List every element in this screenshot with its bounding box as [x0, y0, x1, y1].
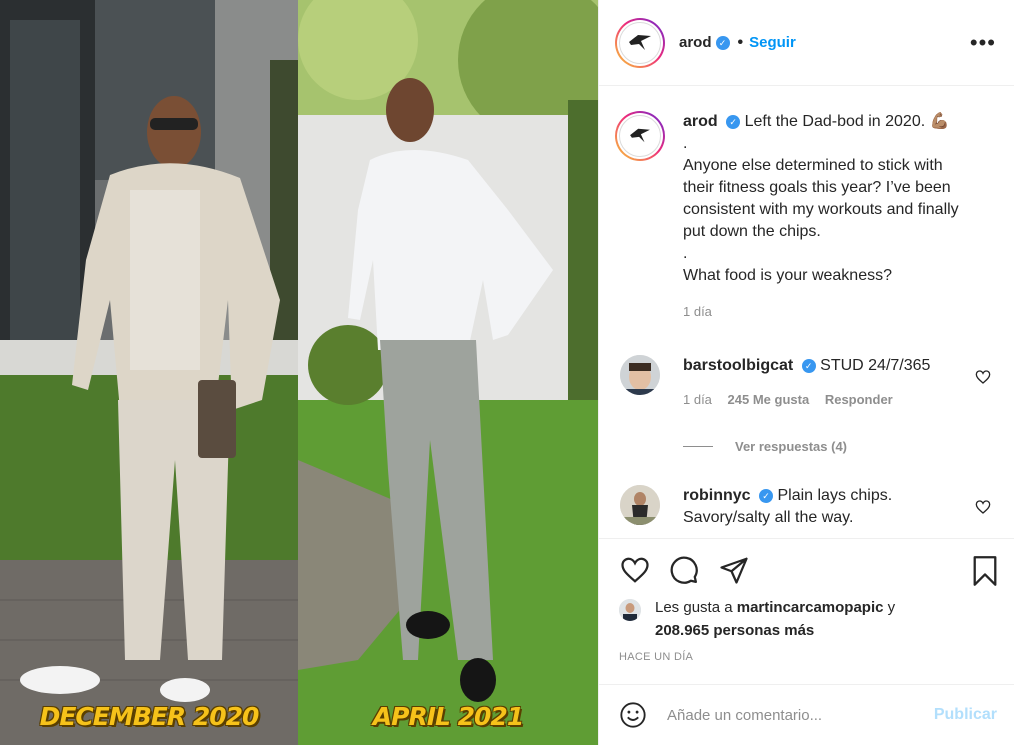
post-actions — [599, 538, 1014, 604]
likes-and: y — [887, 599, 896, 616]
post-side-panel: arod ✓ • Seguir ••• arod ✓ Left the Dad-… — [598, 0, 1014, 745]
comments-list[interactable]: arod ✓ Left the Dad-bod in 2020. 💪🏽 . An… — [599, 87, 1014, 538]
caption-line: . — [683, 135, 688, 152]
reply-button[interactable]: Responder — [825, 392, 893, 407]
replies-divider — [683, 446, 713, 447]
avatar[interactable] — [615, 17, 665, 68]
post-header: arod ✓ • Seguir ••• — [599, 0, 1014, 86]
likes-prefix: Les gusta a — [655, 599, 733, 616]
verified-badge-icon: ✓ — [801, 358, 816, 373]
caption-time[interactable]: 1 día — [683, 304, 712, 319]
caption-line: Left the Dad-bod in 2020. 💪🏽 — [744, 113, 950, 130]
comment-likes[interactable]: 245 Me gusta — [728, 392, 810, 407]
caption-april: APRIL 2021 — [372, 702, 524, 731]
photo-april-2021: APRIL 2021 — [298, 0, 598, 745]
comment-bubble-icon[interactable] — [669, 555, 699, 585]
comment-input[interactable] — [667, 706, 917, 724]
save-bookmark-icon[interactable] — [971, 555, 999, 587]
post-timestamp[interactable]: HACE UN DÍA — [619, 651, 693, 663]
comment-text: STUD 24/7/365 — [820, 357, 931, 374]
liker-avatar[interactable] — [619, 599, 641, 621]
comment-avatar[interactable] — [620, 355, 660, 395]
post-image[interactable]: DECEMBER 2020 APRIL 2021 — [0, 0, 598, 745]
comment-avatar[interactable] — [620, 485, 660, 525]
like-comment-heart-icon[interactable] — [975, 499, 991, 515]
caption-december: DECEMBER 2020 — [39, 702, 260, 731]
verified-badge-icon: ✓ — [759, 488, 774, 503]
liker-username[interactable]: martincarcamopapic — [737, 599, 884, 616]
arod-logo-icon — [629, 34, 651, 50]
likes-summary[interactable]: Les gusta a martincarcamopapic y 208.965… — [619, 596, 999, 642]
caption-line: Anyone else determined to stick with the… — [683, 157, 959, 240]
caption-avatar[interactable] — [615, 111, 665, 161]
header-username[interactable]: arod — [679, 34, 712, 51]
comment-username[interactable]: barstoolbigcat — [683, 357, 793, 374]
view-replies-button[interactable]: Ver respuestas (4) — [683, 439, 847, 454]
emoji-icon[interactable] — [619, 701, 647, 729]
publish-button[interactable]: Publicar — [934, 706, 997, 724]
separator-dot: • — [737, 33, 744, 51]
caption-line: . — [683, 245, 688, 262]
arod-logo-icon — [630, 128, 650, 143]
follow-button[interactable]: Seguir — [749, 34, 796, 51]
comment-meta: 1 día 245 Me gusta Responder — [683, 389, 973, 411]
comment-username[interactable]: robinnyc — [683, 487, 751, 504]
caption-line: What food is your weakness? — [683, 267, 892, 284]
more-options-icon[interactable]: ••• — [970, 30, 996, 56]
caption-meta: 1 día — [683, 301, 973, 323]
add-comment-bar: Publicar — [599, 684, 1014, 745]
view-replies-label: Ver respuestas (4) — [735, 439, 848, 454]
like-comment-heart-icon[interactable] — [975, 369, 991, 385]
verified-badge-icon: ✓ — [715, 35, 730, 50]
comment-time[interactable]: 1 día — [683, 392, 712, 407]
photo-december-2020: DECEMBER 2020 — [0, 0, 298, 745]
verified-badge-icon: ✓ — [726, 114, 741, 129]
like-heart-icon[interactable] — [619, 555, 651, 585]
likes-count[interactable]: 208.965 personas más — [655, 622, 814, 639]
share-paper-plane-icon[interactable] — [719, 555, 749, 585]
caption-username[interactable]: arod — [683, 113, 718, 130]
